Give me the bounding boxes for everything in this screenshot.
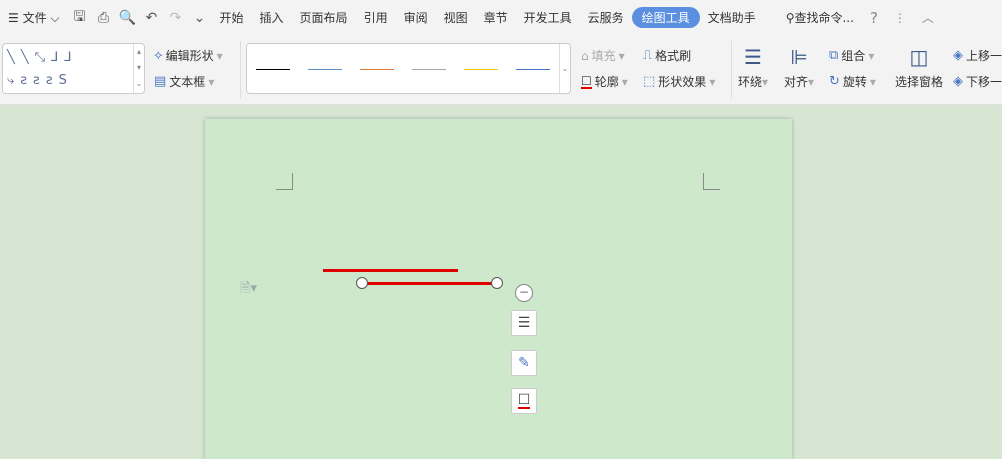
- file-menu[interactable]: ☰ 文件 ⌵: [0, 9, 68, 26]
- line-end-handle[interactable]: [491, 277, 503, 289]
- outline-label: 轮廓: [594, 75, 619, 89]
- save-icon[interactable]: 🖫: [71, 6, 89, 30]
- tab-references[interactable]: 引用: [356, 9, 396, 26]
- line-style-option[interactable]: [360, 69, 394, 70]
- bring-forward-icon: ◈: [953, 48, 963, 63]
- brush-icon: ✎: [518, 355, 530, 371]
- gallery-scroll[interactable]: ▴ ▾ ⌄: [133, 44, 144, 93]
- text-box-button[interactable]: ▤ 文本框 ▾: [154, 73, 214, 90]
- search-command[interactable]: ⚲查找命令...: [778, 9, 862, 26]
- shape-outline-button[interactable]: ☐: [511, 388, 537, 414]
- align-label: 对齐: [784, 75, 809, 89]
- tab-section[interactable]: 章节: [476, 9, 516, 26]
- edit-shape-label: 编辑形状: [165, 49, 214, 63]
- layout-options-button[interactable]: ☰: [511, 310, 537, 336]
- search-label: 查找命令...: [794, 11, 854, 25]
- line-style-option[interactable]: [412, 69, 446, 70]
- red-line-shape[interactable]: [323, 269, 458, 272]
- send-backward-label: 下移一: [966, 75, 1002, 89]
- edit-shape-icon: ⟡: [154, 48, 163, 63]
- line-style-option[interactable]: [308, 69, 342, 70]
- collapse-ribbon-icon[interactable]: ︿: [914, 9, 942, 26]
- bring-forward-label: 上移一: [966, 49, 1002, 63]
- send-backward-button[interactable]: ◈ 下移一: [953, 73, 1002, 90]
- margin-corner-right: [703, 173, 720, 190]
- tab-doc-assistant[interactable]: 文档助手: [700, 9, 764, 26]
- align-icon: ⊫: [790, 45, 808, 69]
- edit-shape-button[interactable]: ⟡ 编辑形状 ▾: [154, 47, 223, 64]
- fill-button[interactable]: ⌂ 填充 ▾: [581, 47, 625, 64]
- wrap-label: 环绕: [738, 75, 763, 89]
- print-icon[interactable]: ⎙: [95, 10, 113, 26]
- print-preview-icon[interactable]: 🔍: [119, 10, 137, 26]
- tab-home[interactable]: 开始: [212, 9, 252, 26]
- selection-pane-icon: ◫: [909, 45, 929, 69]
- line-style-option[interactable]: [464, 69, 498, 70]
- rotate-icon: ↻: [829, 74, 840, 89]
- line-gallery-scroll[interactable]: ⌄: [559, 44, 570, 93]
- text-box-icon: ▤: [154, 74, 167, 89]
- line-style-gallery[interactable]: ⌄: [246, 43, 571, 94]
- tab-view[interactable]: 视图: [436, 9, 476, 26]
- help-button[interactable]: ?: [862, 9, 886, 27]
- margin-corner-left: [276, 173, 293, 190]
- fill-label: 填充: [591, 49, 616, 63]
- document-page[interactable]: 🗎▾ − ☰ ✎ ☐: [205, 119, 792, 459]
- format-painter-button[interactable]: ⎍ 格式刷: [643, 47, 691, 64]
- bring-forward-button[interactable]: ◈ 上移一: [953, 47, 1002, 64]
- format-painter-label: 格式刷: [655, 49, 692, 63]
- shape-effects-label: 形状效果: [658, 75, 707, 89]
- collapse-toolbar-icon[interactable]: −: [515, 284, 533, 302]
- shape-style-button[interactable]: ✎: [511, 350, 537, 376]
- shape-effects-button[interactable]: ⬚ 形状效果 ▾: [643, 73, 715, 90]
- send-backward-icon: ◈: [953, 74, 963, 89]
- line-style-option[interactable]: [256, 69, 290, 70]
- tab-cloud[interactable]: 云服务: [580, 9, 632, 26]
- paste-options-icon[interactable]: 🗎▾: [240, 279, 257, 301]
- selection-pane-label: 选择窗格: [895, 75, 944, 89]
- group-button[interactable]: ⧉ 组合 ▾: [829, 47, 874, 64]
- tab-layout[interactable]: 页面布局: [292, 9, 356, 26]
- rotate-button[interactable]: ↻ 旋转 ▾: [829, 73, 876, 90]
- group-label: 组合: [841, 49, 866, 63]
- line-start-handle[interactable]: [356, 277, 368, 289]
- undo-icon[interactable]: ↶: [143, 10, 161, 26]
- selected-line-shape[interactable]: [362, 282, 497, 285]
- tab-insert[interactable]: 插入: [252, 9, 292, 26]
- customize-icon[interactable]: ⌄: [191, 10, 209, 26]
- redo-icon[interactable]: ↷: [167, 10, 185, 26]
- fill-icon: ⌂: [581, 48, 589, 63]
- outline-button[interactable]: ☐ 轮廓 ▾: [581, 73, 628, 90]
- group-icon: ⧉: [829, 48, 839, 63]
- connector-gallery[interactable]: ╲╲⤡⅃⅃ ⤷ƨƨƨS ▴ ▾ ⌄: [2, 43, 145, 94]
- wrap-icon: ☰: [744, 45, 762, 69]
- tab-developer[interactable]: 开发工具: [516, 9, 580, 26]
- wrap-button[interactable]: ☰ 环绕▾: [738, 45, 768, 90]
- ribbon: ╲╲⤡⅃⅃ ⤷ƨƨƨS ▴ ▾ ⌄ ⟡ 编辑形状 ▾ ▤ 文本框 ▾ ⌄ ⌂ 填充 ▾ ⎍ 格式刷 …: [0, 35, 1002, 105]
- more-icon[interactable]: ⋮: [886, 11, 914, 25]
- menubar: ☰ 文件 ⌵ 🖫 ⎙ 🔍 ↶ ↷ ⌄ 开始 插入 页面布局 引用 审阅 视图 章…: [0, 0, 1002, 35]
- wrap-text-icon: ☰: [517, 315, 531, 331]
- shape-effects-icon: ⬚: [643, 74, 656, 89]
- align-button[interactable]: ⊫ 对齐▾: [784, 45, 814, 90]
- outline-float-icon: ☐: [517, 391, 531, 409]
- rotate-label: 旋转: [842, 75, 867, 89]
- format-painter-icon: ⎍: [643, 48, 653, 63]
- file-label: 文件: [22, 11, 47, 25]
- line-style-option[interactable]: [516, 69, 550, 70]
- selection-pane-button[interactable]: ◫ 选择窗格: [895, 45, 943, 90]
- text-box-label: 文本框: [169, 75, 206, 89]
- outline-icon: ☐: [581, 73, 592, 89]
- tab-drawing-tools[interactable]: 绘图工具: [631, 7, 700, 28]
- tab-review[interactable]: 审阅: [396, 9, 436, 26]
